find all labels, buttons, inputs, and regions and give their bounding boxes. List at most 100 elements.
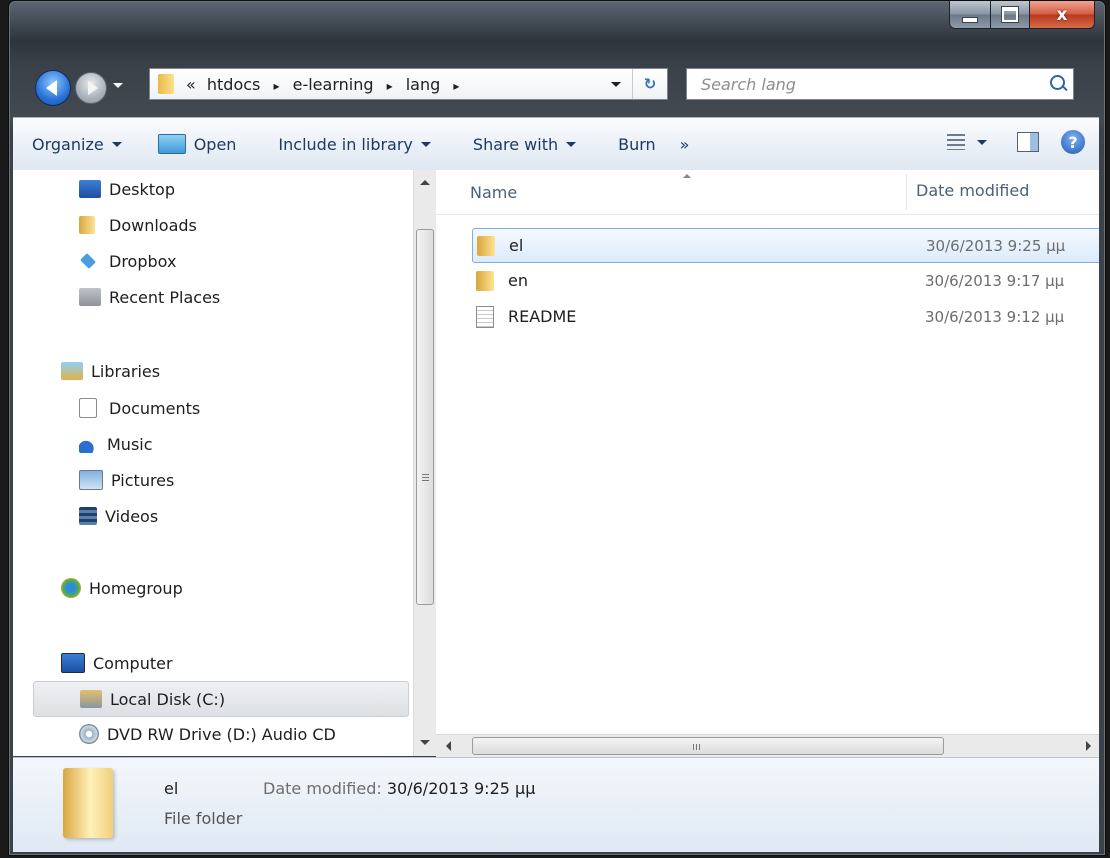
- open-folder-icon: [157, 134, 186, 154]
- scroll-thumb[interactable]: [416, 229, 434, 605]
- file-list: Name Date modified el 30/6/2013 9:25 μμ …: [436, 170, 1099, 756]
- close-button[interactable]: x: [1030, 1, 1095, 29]
- nav-item-videos[interactable]: Videos: [79, 499, 158, 533]
- change-view-icon[interactable]: [947, 134, 965, 150]
- navigation-pane: Desktop Downloads Dropbox Recent Places …: [13, 170, 413, 756]
- breadcrumb-separator-icon[interactable]: ▸: [273, 79, 279, 93]
- nav-item-homegroup[interactable]: Homegroup: [61, 571, 183, 605]
- nav-label: Music: [107, 434, 153, 454]
- nav-item-music[interactable]: Music: [79, 427, 153, 461]
- file-row-en[interactable]: en 30/6/2013 9:17 μμ: [472, 264, 1099, 297]
- scroll-left-icon[interactable]: [446, 741, 451, 751]
- forward-arrow-icon: [87, 81, 98, 95]
- address-bar[interactable]: « htdocs ▸ e-learning ▸ lang ▸ ↻: [149, 68, 668, 100]
- file-date: 30/6/2013 9:12 μμ: [925, 307, 1065, 326]
- organize-button[interactable]: Organize: [32, 135, 122, 154]
- breadcrumb-separator-icon[interactable]: ▸: [453, 79, 459, 93]
- details-pane: el File folder Date modified: 30/6/2013 …: [13, 757, 1099, 852]
- nav-label: Homegroup: [89, 578, 183, 598]
- minimize-icon: [962, 16, 978, 23]
- details-type: File folder: [164, 809, 243, 828]
- nav-item-pictures[interactable]: Pictures: [79, 463, 174, 497]
- breadcrumb-overflow[interactable]: «: [186, 75, 196, 94]
- burn-label: Burn: [618, 134, 656, 154]
- nav-label: Recent Places: [109, 287, 221, 307]
- maximize-button[interactable]: [991, 1, 1030, 29]
- open-label: Open: [193, 134, 237, 154]
- column-date-modified[interactable]: Date modified: [916, 181, 1029, 200]
- grip-icon: [693, 744, 701, 750]
- include-in-library-button[interactable]: Include in library: [278, 135, 431, 154]
- breadcrumb: « htdocs ▸ e-learning ▸ lang ▸: [186, 75, 459, 94]
- nav-label: Local Disk (C:): [110, 689, 226, 709]
- organize-label: Organize: [32, 134, 104, 154]
- downloads-icon: [79, 216, 95, 234]
- search-input[interactable]: Search lang: [701, 75, 796, 94]
- nav-item-downloads[interactable]: Downloads: [79, 208, 197, 242]
- scroll-right-icon[interactable]: [1086, 741, 1091, 751]
- share-with-button[interactable]: Share with: [472, 134, 577, 154]
- file-row-readme[interactable]: README 30/6/2013 9:12 μμ: [472, 300, 1099, 333]
- breadcrumb-separator-icon[interactable]: ▸: [387, 79, 393, 93]
- nav-scrollbar[interactable]: [413, 170, 436, 756]
- search-box[interactable]: Search lang: [686, 68, 1074, 100]
- nav-item-documents[interactable]: Documents: [79, 391, 200, 425]
- nav-label: Libraries: [91, 361, 161, 381]
- close-icon: x: [1056, 4, 1068, 25]
- nav-item-local-disk[interactable]: Local Disk (C:): [33, 681, 409, 717]
- address-dropdown[interactable]: [611, 82, 621, 87]
- dropbox-icon: [80, 253, 96, 269]
- details-date-label: Date modified:: [263, 779, 382, 798]
- breadcrumb-item-htdocs[interactable]: htdocs: [207, 75, 261, 94]
- refresh-button[interactable]: ↻: [632, 69, 667, 99]
- documents-icon: [79, 398, 97, 418]
- details-date-value: 30/6/2013 9:25 μμ: [386, 779, 536, 798]
- folder-icon: [476, 270, 494, 291]
- chevron-down-icon: [420, 141, 431, 147]
- nav-item-dvd-drive[interactable]: DVD RW Drive (D:) Audio CD: [79, 717, 336, 751]
- recent-pages-dropdown[interactable]: [113, 83, 123, 88]
- scroll-thumb[interactable]: [472, 737, 944, 755]
- nav-item-computer[interactable]: Computer: [61, 646, 173, 680]
- refresh-icon: ↻: [643, 75, 657, 93]
- column-divider[interactable]: [906, 174, 907, 210]
- chevron-down-icon[interactable]: [977, 139, 987, 145]
- search-icon[interactable]: [1050, 75, 1065, 90]
- breadcrumb-item-e-learning[interactable]: e-learning: [293, 75, 374, 94]
- back-button[interactable]: [35, 70, 71, 106]
- breadcrumb-item-lang[interactable]: lang: [406, 75, 441, 94]
- explorer-window: x « htdocs ▸ e-learning ▸ lang ▸ ↻ Searc…: [8, 0, 1106, 856]
- file-name: en: [508, 271, 528, 290]
- forward-button[interactable]: [75, 72, 107, 104]
- scroll-up-icon[interactable]: [420, 180, 430, 185]
- column-name[interactable]: Name: [470, 183, 517, 202]
- nav-label: Dropbox: [109, 251, 177, 271]
- scroll-down-icon[interactable]: [420, 740, 430, 745]
- more-commands-button[interactable]: »: [680, 135, 690, 154]
- maximize-icon: [1001, 6, 1019, 23]
- nav-label: Documents: [109, 398, 201, 418]
- preview-pane-icon[interactable]: [1017, 132, 1039, 152]
- minimize-button[interactable]: [949, 1, 991, 29]
- pictures-icon: [79, 470, 103, 490]
- nav-label: Pictures: [111, 470, 175, 490]
- nav-item-recent-places[interactable]: Recent Places: [79, 280, 220, 314]
- nav-item-dropbox[interactable]: Dropbox: [79, 244, 176, 278]
- folder-icon: [63, 768, 113, 838]
- desktop-icon: [79, 180, 101, 198]
- local-disk-icon: [80, 690, 102, 708]
- text-file-icon: [476, 305, 494, 328]
- recent-places-icon: [79, 288, 101, 306]
- horizontal-scrollbar[interactable]: [436, 734, 1099, 757]
- column-header: Name Date modified: [436, 170, 1099, 215]
- file-row-el[interactable]: el 30/6/2013 9:25 μμ: [472, 228, 1099, 263]
- nav-item-libraries[interactable]: Libraries: [61, 354, 160, 388]
- open-button[interactable]: Open: [157, 134, 237, 154]
- nav-item-desktop[interactable]: Desktop: [79, 172, 175, 206]
- burn-button[interactable]: Burn: [618, 135, 656, 154]
- nav-label: Videos: [105, 506, 159, 526]
- share-label: Share with: [472, 134, 559, 154]
- file-date: 30/6/2013 9:17 μμ: [925, 271, 1065, 290]
- file-name: README: [508, 307, 577, 326]
- help-icon[interactable]: ?: [1061, 130, 1085, 154]
